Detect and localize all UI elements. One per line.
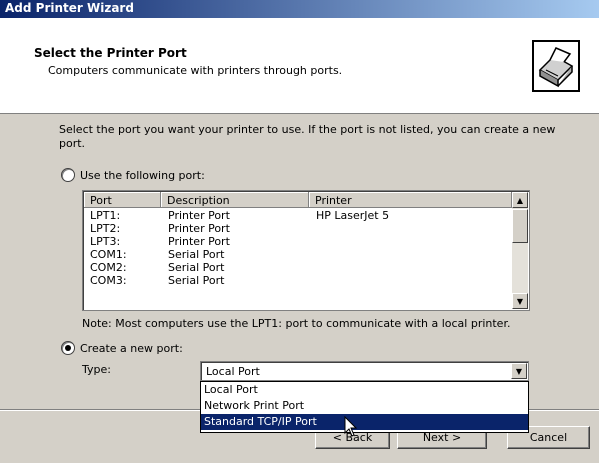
radio-button-checked[interactable] xyxy=(61,341,75,355)
port-type-label: Type: xyxy=(82,363,111,376)
chevron-down-icon[interactable]: ▼ xyxy=(511,363,527,379)
column-header-port[interactable]: Port xyxy=(84,192,161,208)
column-header-description[interactable]: Description xyxy=(161,192,309,208)
port-list-rows: LPT1: Printer Port HP LaserJet 5 LPT2: P… xyxy=(84,209,509,287)
dropdown-option-local-port[interactable]: Local Port xyxy=(201,382,528,398)
port-cell: COM1: xyxy=(90,248,127,261)
dropdown-option-standard-tcpip-port[interactable]: Standard TCP/IP Port xyxy=(201,414,528,430)
create-new-port-radio[interactable]: Create a new port: xyxy=(61,341,183,355)
printer-port-icon xyxy=(532,40,580,92)
add-printer-wizard-window: Add Printer Wizard Select the Printer Po… xyxy=(0,0,599,463)
port-type-value: Local Port xyxy=(206,365,260,378)
description-cell: Printer Port xyxy=(168,235,230,248)
mouse-pointer-icon xyxy=(344,415,358,441)
table-row[interactable]: COM3: Serial Port xyxy=(84,274,509,287)
window-title: Add Printer Wizard xyxy=(5,1,134,15)
table-row[interactable]: COM2: Serial Port xyxy=(84,261,509,274)
create-new-port-label: Create a new port: xyxy=(80,341,183,355)
table-row[interactable]: COM1: Serial Port xyxy=(84,248,509,261)
wizard-header: Select the Printer Port Computers commun… xyxy=(0,18,599,114)
port-cell: LPT1: xyxy=(90,209,121,222)
port-list[interactable]: Port Description Printer LPT1: Printer P… xyxy=(82,190,530,311)
page-subtitle: Computers communicate with printers thro… xyxy=(48,64,343,77)
port-cell: COM3: xyxy=(90,274,127,287)
description-cell: Printer Port xyxy=(168,222,230,235)
use-following-port-label: Use the following port: xyxy=(80,168,205,182)
intro-text: Select the port you want your printer to… xyxy=(59,123,556,150)
description-cell: Serial Port xyxy=(168,248,225,261)
port-cell: COM2: xyxy=(90,261,127,274)
use-following-port-radio[interactable]: Use the following port: xyxy=(61,168,205,182)
table-row[interactable]: LPT2: Printer Port xyxy=(84,222,509,235)
radio-button-unchecked[interactable] xyxy=(61,168,75,182)
scroll-down-arrow-icon[interactable]: ▼ xyxy=(512,293,528,309)
port-type-dropdown[interactable]: Local Port ▼ xyxy=(200,361,529,381)
column-header-printer[interactable]: Printer xyxy=(309,192,512,208)
description-cell: Serial Port xyxy=(168,261,225,274)
dropdown-option-network-print-port[interactable]: Network Print Port xyxy=(201,398,528,414)
port-cell: LPT3: xyxy=(90,235,121,248)
table-row[interactable]: LPT3: Printer Port xyxy=(84,235,509,248)
scrollbar-thumb[interactable] xyxy=(512,209,528,243)
scroll-up-arrow-icon[interactable]: ▲ xyxy=(512,192,528,208)
page-title: Select the Printer Port xyxy=(34,46,187,60)
port-list-header: Port Description Printer xyxy=(84,192,512,208)
table-row[interactable]: LPT1: Printer Port HP LaserJet 5 xyxy=(84,209,509,222)
description-cell: Serial Port xyxy=(168,274,225,287)
port-list-scrollbar[interactable]: ▲ ▼ xyxy=(512,192,528,309)
printer-cell: HP LaserJet 5 xyxy=(316,209,390,222)
title-bar[interactable]: Add Printer Wizard xyxy=(0,0,599,18)
port-note: Note: Most computers use the LPT1: port … xyxy=(82,317,511,330)
port-type-options-list[interactable]: Local Port Network Print Port Standard T… xyxy=(200,381,529,433)
port-cell: LPT2: xyxy=(90,222,121,235)
description-cell: Printer Port xyxy=(168,209,230,222)
